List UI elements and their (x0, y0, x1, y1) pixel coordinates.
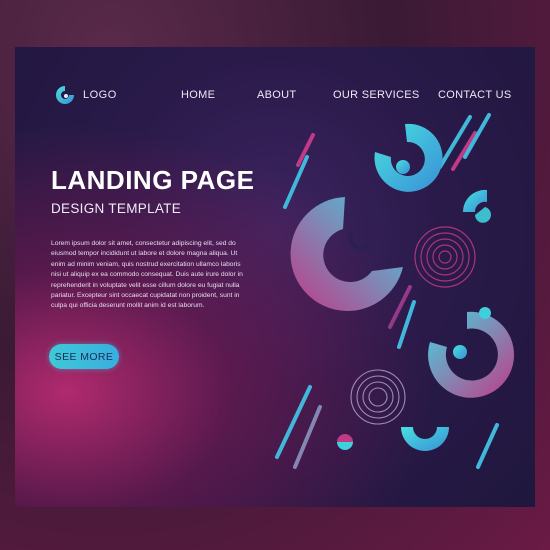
cyan-dot (479, 307, 491, 319)
bottom-arch-shape (401, 427, 449, 451)
hero-body-text: Lorem ipsum dolor sit amet, consectetur … (51, 240, 243, 310)
cyan-ring-shape (374, 123, 443, 192)
lower-right-ring-shape (428, 311, 515, 398)
logo-text: LOGO (83, 89, 117, 101)
bottom-half-disc-shape (337, 434, 353, 450)
nav-home[interactable]: HOME (181, 89, 215, 101)
swirl-logo-icon (56, 86, 74, 104)
spiral-lines-shape (350, 369, 406, 425)
nav-our-services[interactable]: OUR SERVICES (333, 89, 420, 101)
hero-subtitle: DESIGN TEMPLATE (51, 201, 182, 216)
landing-page-frame: LOGO HOME ABOUT OUR SERVICES CONTACT US … (15, 47, 535, 507)
logo[interactable]: LOGO (55, 85, 117, 105)
concentric-arcs-shape (414, 226, 476, 288)
nav-about[interactable]: ABOUT (257, 89, 296, 101)
nav-contact-us[interactable]: CONTACT US (438, 89, 512, 101)
small-cyan-arc-shape (462, 189, 491, 223)
hero-title: LANDING PAGE (51, 165, 255, 195)
large-gradient-ring-shape (290, 197, 403, 311)
see-more-button[interactable]: SEE MORE (49, 344, 119, 369)
